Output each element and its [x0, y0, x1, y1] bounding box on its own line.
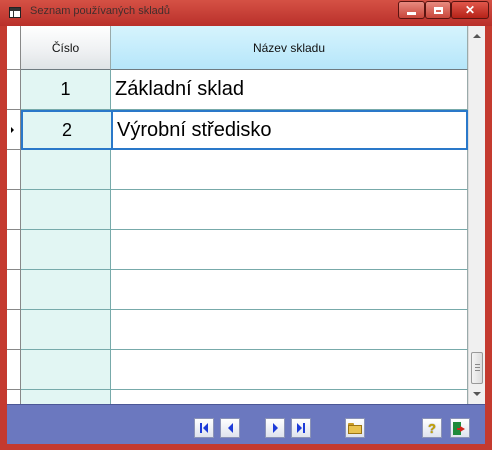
empty-row[interactable]: [21, 150, 468, 190]
window-title: Seznam používaných skladů: [30, 5, 171, 17]
row-indicator[interactable]: [7, 70, 21, 110]
cell-cislo-empty[interactable]: [21, 230, 111, 270]
empty-row[interactable]: [21, 190, 468, 230]
scroll-down-icon[interactable]: [473, 392, 481, 396]
open-folder-button[interactable]: [345, 418, 365, 438]
row-indicator-current[interactable]: [7, 110, 21, 150]
cell-nazev[interactable]: Výrobní středisko: [111, 110, 468, 150]
first-record-button[interactable]: [194, 418, 214, 438]
row-indicator[interactable]: [7, 230, 21, 270]
maximize-button[interactable]: [425, 1, 451, 19]
column-header-cislo[interactable]: Číslo: [21, 26, 111, 70]
cell-nazev-empty[interactable]: [111, 230, 468, 270]
vertical-scrollbar[interactable]: [468, 26, 485, 404]
empty-row[interactable]: [21, 270, 468, 310]
cell-cislo[interactable]: 2: [21, 110, 111, 150]
cell-nazev[interactable]: Základní sklad: [111, 70, 468, 110]
warehouse-grid: Číslo Název skladu 1 Základní sklad 2 Vý…: [7, 26, 468, 404]
empty-row[interactable]: [21, 390, 468, 404]
last-record-icon: [297, 423, 305, 433]
help-icon: ?: [428, 420, 436, 436]
minimize-button[interactable]: [398, 1, 425, 19]
row-indicator[interactable]: [7, 270, 21, 310]
cell-cislo-empty[interactable]: [21, 190, 111, 230]
open-folder-icon: [348, 422, 362, 434]
maximize-icon: [433, 6, 443, 14]
first-record-icon: [200, 423, 208, 433]
column-header-nazev[interactable]: Název skladu: [111, 26, 468, 70]
table-row-selected[interactable]: 2 Výrobní středisko: [21, 110, 468, 150]
grip-line: [475, 364, 480, 365]
row-indicator[interactable]: [7, 390, 21, 404]
cell-nazev-empty[interactable]: [111, 270, 468, 310]
window: Seznam používaných skladů ✕ Číslo Název …: [0, 0, 492, 450]
window-app-icon: [9, 7, 21, 18]
table-row[interactable]: 1 Základní sklad: [21, 70, 468, 110]
cell-cislo-empty[interactable]: [21, 270, 111, 310]
current-row-icon: [11, 126, 14, 133]
cell-cislo-empty[interactable]: [21, 310, 111, 350]
close-button[interactable]: ✕: [451, 1, 489, 19]
row-indicator[interactable]: [7, 350, 21, 390]
previous-record-icon: [227, 423, 233, 433]
cell-cislo-empty[interactable]: [21, 390, 111, 404]
help-button[interactable]: ?: [422, 418, 442, 438]
navigation-toolbar: ?: [7, 404, 485, 444]
empty-row[interactable]: [21, 350, 468, 390]
cell-nazev-empty[interactable]: [111, 150, 468, 190]
exit-icon: [453, 421, 467, 435]
minimize-icon: [407, 11, 416, 15]
next-record-icon: [272, 423, 278, 433]
row-indicator[interactable]: [7, 310, 21, 350]
previous-record-button[interactable]: [220, 418, 240, 438]
exit-button[interactable]: [450, 418, 470, 438]
grip-line: [475, 370, 480, 371]
cell-cislo[interactable]: 1: [21, 70, 111, 110]
cell-nazev-empty[interactable]: [111, 350, 468, 390]
next-record-button[interactable]: [265, 418, 285, 438]
header-row-indicator: [7, 26, 21, 70]
client-area: Číslo Název skladu 1 Základní sklad 2 Vý…: [7, 26, 485, 444]
row-indicator[interactable]: [7, 150, 21, 190]
row-indicator[interactable]: [7, 190, 21, 230]
close-icon: ✕: [464, 3, 476, 17]
cell-nazev-empty[interactable]: [111, 390, 468, 404]
last-record-button[interactable]: [291, 418, 311, 438]
grip-line: [475, 367, 480, 368]
empty-row[interactable]: [21, 310, 468, 350]
cell-nazev-empty[interactable]: [111, 310, 468, 350]
cell-nazev-empty[interactable]: [111, 190, 468, 230]
empty-row[interactable]: [21, 230, 468, 270]
cell-cislo-empty[interactable]: [21, 150, 111, 190]
title-bar[interactable]: Seznam používaných skladů ✕: [0, 0, 492, 26]
cell-cislo-empty[interactable]: [21, 350, 111, 390]
scroll-up-icon[interactable]: [473, 34, 481, 38]
scroll-thumb[interactable]: [471, 352, 483, 384]
